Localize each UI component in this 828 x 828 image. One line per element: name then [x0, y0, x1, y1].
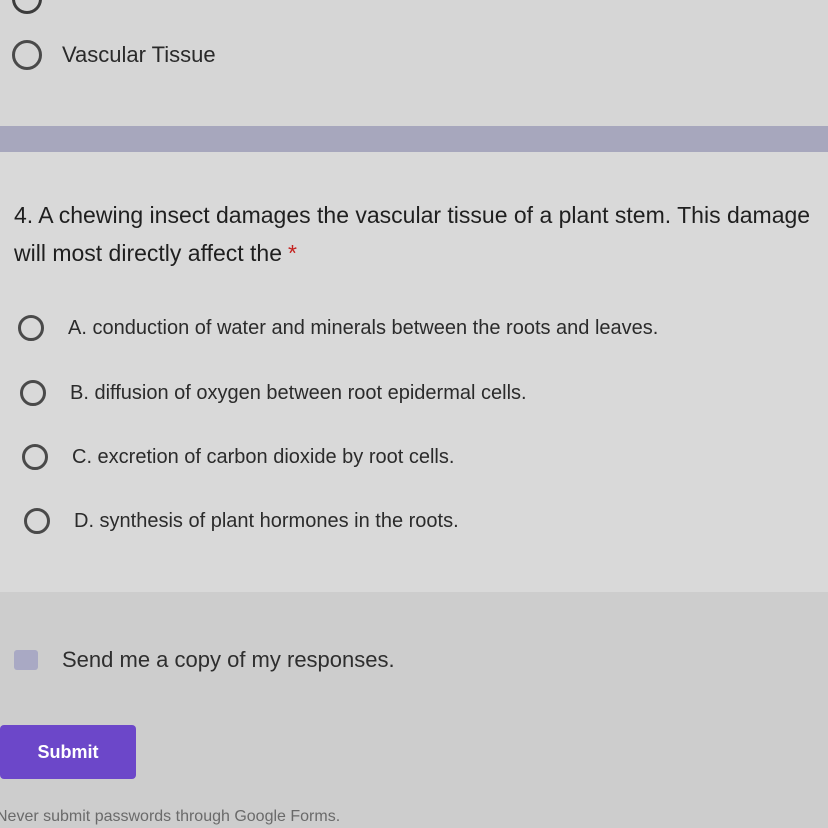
radio-button[interactable] — [20, 380, 46, 406]
radio-button[interactable] — [22, 444, 48, 470]
copy-responses-checkbox[interactable] — [14, 650, 38, 670]
radio-button[interactable] — [18, 315, 44, 341]
previous-question-card: Vascular Tissue — [0, 0, 828, 126]
option-a-label: A. conduction of water and minerals betw… — [68, 316, 659, 339]
section-divider — [0, 126, 828, 152]
option-a[interactable]: A. conduction of water and minerals betw… — [18, 315, 658, 341]
radio-button[interactable] — [12, 40, 42, 70]
submit-button[interactable]: Submit — [0, 725, 136, 779]
option-b[interactable]: B. diffusion of oxygen between root epid… — [20, 380, 527, 406]
question-card: 4. A chewing insect damages the vascular… — [0, 152, 828, 592]
copy-responses-row[interactable]: Send me a copy of my responses. — [14, 647, 395, 673]
option-c[interactable]: C. excretion of carbon dioxide by root c… — [22, 444, 454, 470]
password-warning: Never submit passwords through Google Fo… — [0, 808, 341, 825]
form-footer: Send me a copy of my responses. Submit N… — [0, 592, 828, 828]
option-d-label: D. synthesis of plant hormones in the ro… — [74, 509, 459, 532]
option-label: Vascular Tissue — [62, 42, 216, 67]
question-title: 4. A chewing insect damages the vascular… — [14, 196, 824, 272]
question-text: 4. A chewing insect damages the vascular… — [14, 202, 811, 266]
radio-button[interactable] — [24, 508, 50, 534]
radio-button-partial[interactable] — [12, 0, 42, 14]
option-c-label: C. excretion of carbon dioxide by root c… — [72, 445, 455, 468]
option-b-label: B. diffusion of oxygen between root epid… — [70, 381, 527, 404]
copy-responses-label: Send me a copy of my responses. — [62, 647, 395, 672]
option-d[interactable]: D. synthesis of plant hormones in the ro… — [24, 508, 459, 534]
required-marker: * — [288, 240, 297, 266]
option-vascular-tissue[interactable]: Vascular Tissue — [12, 40, 216, 70]
